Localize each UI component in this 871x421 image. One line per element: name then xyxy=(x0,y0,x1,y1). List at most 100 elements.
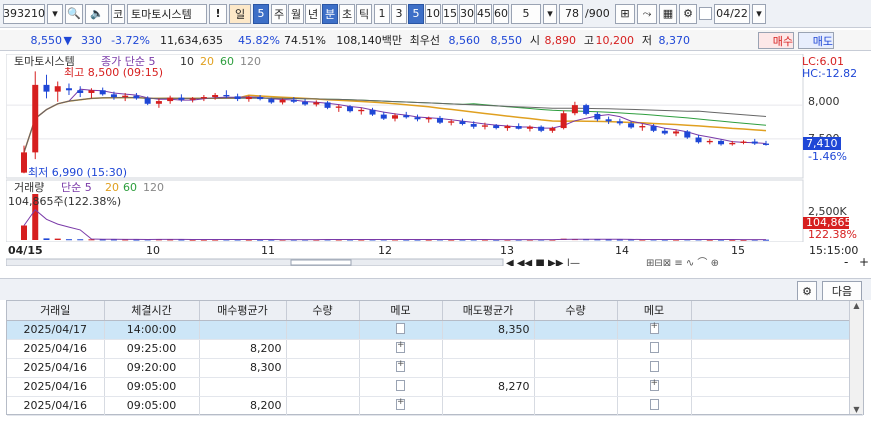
date-checkbox[interactable] xyxy=(699,7,712,20)
column-header-3[interactable]: 수량 xyxy=(286,301,360,321)
candle-body xyxy=(155,101,162,104)
buy-memo-icon[interactable] xyxy=(396,322,405,334)
buy-memo-icon[interactable] xyxy=(396,359,405,372)
high-price: 10,200 xyxy=(595,33,635,47)
stock-name: 토마토시스템 xyxy=(127,3,207,24)
column-header-4[interactable]: 메모 xyxy=(359,301,443,321)
buy-memo-icon[interactable] xyxy=(396,340,405,353)
price-chart[interactable]: 토마토시스템 종가 단순 5 10 20 60 120 최고 8,500 (09… xyxy=(6,54,871,266)
minute-button-3[interactable]: 3 xyxy=(391,3,407,24)
period-day-button[interactable]: 일 xyxy=(229,3,251,24)
scroll-left-icon[interactable]: ◀ ◀◀ ■ ▶▶ |— xyxy=(506,258,580,266)
table-row[interactable]: 2025/04/16 09:05:00 8,200 xyxy=(7,396,863,416)
minute-button-5[interactable]: 5 xyxy=(408,3,424,24)
candle-body xyxy=(549,128,556,131)
table-row[interactable]: 2025/04/16 09:05:00 8,270 xyxy=(7,377,863,397)
dropdown-icon[interactable]: ▾ xyxy=(47,3,63,24)
column-header-7[interactable]: 메모 xyxy=(617,301,692,321)
grid-settings-icon[interactable]: ⊞ xyxy=(615,3,635,24)
speaker-icon[interactable]: 🔈 xyxy=(85,3,109,24)
cell-sell-avg xyxy=(442,358,535,378)
minute-value-input[interactable]: 5 xyxy=(511,3,541,24)
period-n-selector[interactable]: 5 xyxy=(253,3,269,24)
minute-button-60[interactable]: 60 xyxy=(493,3,509,24)
sell-memo-icon[interactable] xyxy=(649,378,659,391)
period-button-4[interactable]: 초 xyxy=(339,3,355,24)
calendar-icon[interactable]: ▦ xyxy=(659,3,677,24)
gear-icon[interactable]: ⚙ xyxy=(679,3,697,24)
buy-button[interactable]: 매수 xyxy=(758,32,794,49)
period-button-5[interactable]: 틱 xyxy=(356,3,372,24)
candle-body xyxy=(763,143,769,145)
minute-button-1[interactable]: 1 xyxy=(374,3,390,24)
zoom-out-button[interactable]: - xyxy=(844,255,848,266)
date-input[interactable]: 04/22 xyxy=(714,3,750,24)
date-dropdown-icon[interactable]: ▾ xyxy=(752,3,766,24)
table-row[interactable]: 2025/04/17 14:00:00 8,350 xyxy=(7,320,863,340)
dropdown-icon[interactable]: ▾ xyxy=(543,3,557,24)
best-ask-label: 최우선 xyxy=(409,34,440,47)
period-button-1[interactable]: 월 xyxy=(288,3,304,24)
period-button-0[interactable]: 주 xyxy=(271,3,287,24)
cell-date: 2025/04/16 xyxy=(7,358,105,378)
chart-tool-icons[interactable]: ⊞⊟⊠ ≡ ∿ ⌒ ⊕ xyxy=(646,257,719,266)
buy-memo-icon[interactable] xyxy=(396,397,405,410)
next-button[interactable]: 다음 xyxy=(822,281,862,301)
period-button-3[interactable]: 분 xyxy=(322,3,338,24)
candle-body xyxy=(65,88,72,91)
sell-button[interactable]: 매도 xyxy=(798,32,834,49)
alert-button[interactable]: ! xyxy=(209,3,227,24)
minute-button-45[interactable]: 45 xyxy=(476,3,492,24)
candle-body xyxy=(414,117,421,120)
sell-memo-icon[interactable] xyxy=(649,321,659,334)
candle-body xyxy=(88,90,95,93)
cell-buy-avg xyxy=(199,320,287,340)
cell-sell-qty xyxy=(534,396,618,416)
price-legend-ma10: 10 xyxy=(180,55,194,68)
chart-scroll-thumb[interactable] xyxy=(290,259,352,266)
view-count-input[interactable]: 78 xyxy=(559,3,583,24)
sell-memo-icon[interactable] xyxy=(649,360,659,372)
mode-button[interactable]: 코 xyxy=(111,3,125,24)
cell-buy-qty xyxy=(286,377,360,397)
table-scrollbar[interactable]: ▲ ▼ xyxy=(849,301,863,414)
column-header-6[interactable]: 수량 xyxy=(534,301,618,321)
best-bid: 8,550 xyxy=(490,33,523,47)
column-header-0[interactable]: 거래일 xyxy=(7,301,105,321)
candle-body xyxy=(504,126,511,129)
stock-code-input[interactable]: 393210 xyxy=(3,3,45,24)
cell-memo xyxy=(359,339,443,359)
indicator-icon[interactable]: ⤳ xyxy=(637,3,657,24)
cell-memo xyxy=(359,320,443,340)
cell-filler xyxy=(691,320,863,340)
column-header-2[interactable]: 매수평균가 xyxy=(199,301,287,321)
table-row[interactable]: 2025/04/16 09:20:00 8,300 xyxy=(7,358,863,378)
price-legend-ma20: 20 xyxy=(200,55,214,68)
candle-body xyxy=(538,126,545,131)
sell-memo-icon[interactable] xyxy=(649,341,659,353)
cell-sell-avg: 8,270 xyxy=(442,377,535,397)
column-header-1[interactable]: 체결시간 xyxy=(104,301,200,321)
minute-button-15[interactable]: 15 xyxy=(442,3,458,24)
candle-body xyxy=(178,97,185,100)
period-button-2[interactable]: 년 xyxy=(305,3,321,24)
table-row[interactable]: 2025/04/16 09:25:00 8,200 xyxy=(7,339,863,359)
gear-icon[interactable]: ⚙ xyxy=(797,281,817,301)
minute-button-30[interactable]: 30 xyxy=(459,3,475,24)
x-label-14: 14 xyxy=(615,244,629,257)
volume-bar xyxy=(43,238,50,240)
column-header-5[interactable]: 매도평균가 xyxy=(442,301,535,321)
chart-scrollbar[interactable] xyxy=(6,258,504,266)
sell-memo-icon[interactable] xyxy=(649,398,659,410)
zoom-in-button[interactable]: + xyxy=(859,255,869,266)
table-header: 거래일 체결시간 매수평균가 수량 메모 매도평균가 수량 메모 xyxy=(7,301,863,321)
x-label-13: 13 xyxy=(500,244,514,257)
search-icon[interactable]: 🔍 xyxy=(65,3,83,24)
cell-memo xyxy=(617,377,692,397)
cell-memo xyxy=(617,339,692,359)
scroll-up-icon[interactable]: ▲ xyxy=(850,301,863,310)
minute-button-10[interactable]: 10 xyxy=(425,3,441,24)
scroll-down-icon[interactable]: ▼ xyxy=(850,405,863,414)
y-tick-8000: 8,000 xyxy=(808,95,840,108)
buy-memo-icon[interactable] xyxy=(396,379,405,391)
